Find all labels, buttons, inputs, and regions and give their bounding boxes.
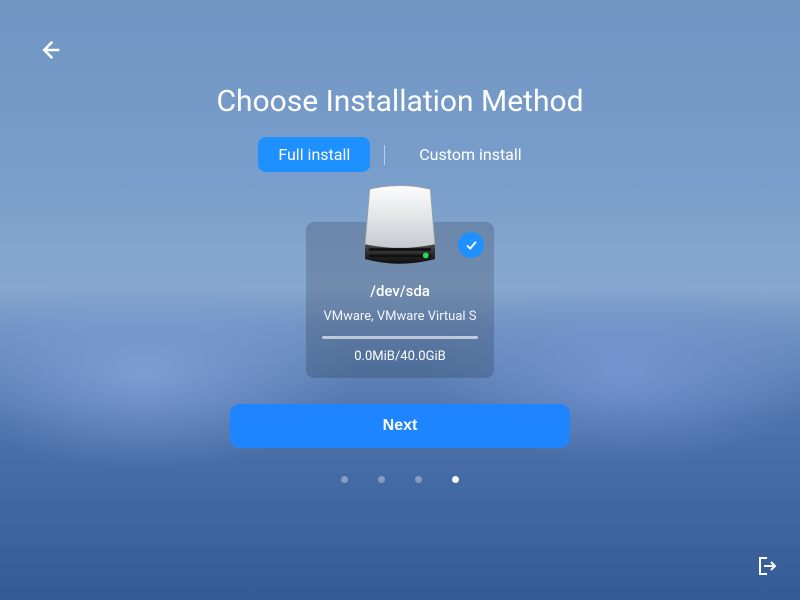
hard-drive-icon xyxy=(354,180,446,272)
exit-icon xyxy=(754,554,778,578)
pager-dot-1 xyxy=(378,476,385,483)
back-button[interactable] xyxy=(34,34,66,66)
disk-model: VMware, VMware Virtual S xyxy=(320,308,480,326)
exit-button[interactable] xyxy=(752,552,780,580)
tab-full-install[interactable]: Full install xyxy=(258,137,370,172)
disk-card[interactable]: /dev/sda VMware, VMware Virtual S 0.0MiB… xyxy=(306,222,494,378)
disk-device: /dev/sda xyxy=(320,282,480,300)
pager-dots xyxy=(0,476,800,483)
page-title: Choose Installation Method xyxy=(0,0,800,119)
pager-dot-2 xyxy=(415,476,422,483)
install-method-tabs: Full install Custom install xyxy=(0,137,800,172)
disk-usage: 0.0MiB/40.0GiB xyxy=(320,349,480,364)
tab-separator xyxy=(384,145,385,165)
next-button[interactable]: Next xyxy=(230,404,570,448)
selected-check-icon xyxy=(458,232,484,258)
disk-usage-bar xyxy=(322,336,478,339)
pager-dot-0 xyxy=(341,476,348,483)
arrow-left-icon xyxy=(36,36,64,64)
tab-custom-install[interactable]: Custom install xyxy=(399,137,541,172)
pager-dot-3 xyxy=(452,476,459,483)
